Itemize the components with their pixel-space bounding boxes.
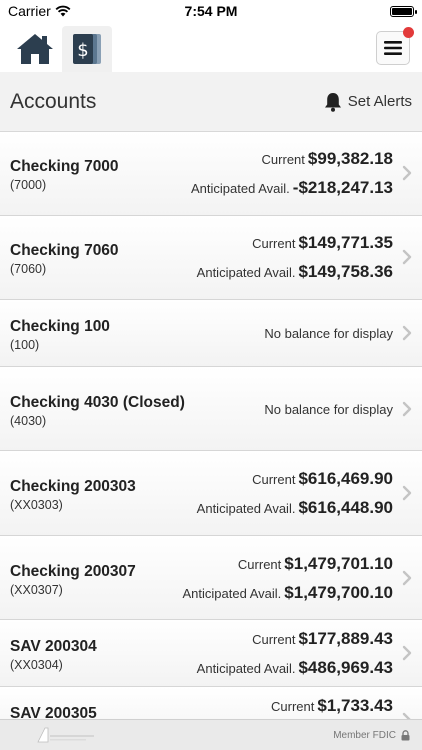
battery-icon — [390, 5, 417, 17]
current-balance: Current $99,382.18 — [262, 149, 393, 169]
anticipated-label: Anticipated Avail. — [196, 265, 296, 280]
notification-badge — [403, 27, 414, 38]
current-label: Current — [237, 557, 282, 572]
no-balance-text: No balance for display — [264, 326, 393, 341]
account-row[interactable]: Checking 200307 (XX0307) Current $1,479,… — [0, 536, 422, 620]
anticipated-balance: Anticipated Avail. $1,479,700.10 — [183, 583, 394, 603]
account-row[interactable]: Checking 100 (100) No balance for displa… — [0, 300, 422, 367]
account-row[interactable]: Checking 7000 (7000) Current $99,382.18 … — [0, 132, 422, 216]
account-number: (100) — [10, 338, 40, 352]
current-amount: $1,733.43 — [317, 696, 393, 715]
account-number: (7060) — [10, 262, 47, 276]
current-label: Current — [252, 472, 296, 487]
account-row[interactable]: SAV 200304 (XX0304) Current $177,889.43 … — [0, 620, 422, 687]
chevron-right-icon — [402, 485, 412, 501]
current-balance: Current $1,479,701.10 — [238, 554, 393, 574]
member-fdic-label: Member FDIC — [333, 729, 396, 741]
current-balance: Current $149,771.35 — [252, 233, 393, 253]
chevron-right-icon — [402, 570, 412, 586]
set-alerts-button[interactable]: Set Alerts — [324, 92, 412, 112]
chevron-right-icon — [402, 249, 412, 265]
bell-icon — [324, 92, 341, 112]
account-row[interactable]: Checking 200303 (XX0303) Current $616,46… — [0, 451, 422, 536]
anticipated-balance: Anticipated Avail. $616,448.90 — [197, 498, 393, 518]
carrier-label: Carrier — [8, 3, 51, 19]
status-left: Carrier — [8, 3, 71, 19]
lock-icon — [401, 729, 410, 740]
menu-icon — [384, 41, 402, 55]
anticipated-label: Anticipated Avail. — [191, 181, 290, 196]
no-balance-text: No balance for display — [264, 402, 393, 417]
current-balance: Current $1,733.43 — [271, 696, 393, 716]
anticipated-amount: $616,448.90 — [298, 498, 393, 517]
account-name: SAV 200304 — [10, 638, 97, 655]
wifi-icon — [55, 5, 71, 17]
anticipated-amount: $486,969.43 — [298, 658, 393, 677]
account-row[interactable]: Checking 7060 (7060) Current $149,771.35… — [0, 216, 422, 300]
set-alerts-label: Set Alerts — [347, 93, 412, 110]
current-amount: $1,479,701.10 — [284, 554, 393, 573]
anticipated-balance: Anticipated Avail. $149,758.36 — [197, 262, 393, 282]
anticipated-balance: Anticipated Avail. -$218,247.13 — [191, 178, 393, 198]
anticipated-label: Anticipated Avail. — [196, 501, 296, 516]
current-balance: Current $177,889.43 — [252, 629, 393, 649]
accounts-list: Checking 7000 (7000) Current $99,382.18 … — [0, 132, 422, 719]
account-number: (7000) — [10, 178, 47, 192]
account-name: Checking 100 — [10, 318, 110, 335]
account-row[interactable]: SAV 200305 Current $1,733.43 — [0, 687, 422, 719]
anticipated-label: Anticipated Avail. — [196, 661, 296, 676]
anticipated-amount: $149,758.36 — [298, 262, 393, 281]
home-icon — [17, 34, 53, 64]
accounts-header: Accounts Set Alerts — [0, 72, 422, 132]
anticipated-amount: $1,479,700.10 — [284, 583, 393, 602]
account-name: Checking 200307 — [10, 563, 136, 580]
member-fdic: Member FDIC — [333, 730, 410, 741]
account-row[interactable]: Checking 4030 (Closed) (4030) No balance… — [0, 367, 422, 451]
chevron-right-icon — [402, 645, 412, 661]
chevron-right-icon — [402, 165, 412, 181]
anticipated-amount: -$218,247.13 — [292, 178, 393, 197]
footer: Member FDIC — [0, 719, 422, 750]
current-amount: $177,889.43 — [298, 629, 393, 648]
current-label: Current — [252, 236, 296, 251]
current-amount: $149,771.35 — [298, 233, 393, 252]
accounts-tab[interactable]: $ — [62, 26, 112, 72]
bank-logo — [37, 727, 94, 743]
account-number: (XX0304) — [10, 658, 63, 672]
menu-button[interactable] — [376, 27, 414, 65]
account-name: Checking 4030 (Closed) — [10, 394, 185, 411]
account-name: Checking 7000 — [10, 158, 119, 175]
current-amount: $99,382.18 — [307, 149, 393, 168]
chevron-right-icon — [402, 325, 412, 341]
account-name: Checking 200303 — [10, 478, 136, 495]
status-bar: Carrier 7:54 PM — [0, 0, 422, 22]
account-number: (XX0303) — [10, 498, 63, 512]
current-label: Current — [271, 699, 315, 714]
current-balance: Current $616,469.90 — [252, 469, 393, 489]
chevron-right-icon — [402, 401, 412, 417]
top-nav: $ — [0, 22, 422, 72]
current-label: Current — [261, 152, 305, 167]
current-amount: $616,469.90 — [298, 469, 393, 488]
page-title: Accounts — [10, 89, 97, 113]
account-number: (XX0307) — [10, 583, 63, 597]
account-number: (4030) — [10, 414, 47, 428]
anticipated-label: Anticipated Avail. — [182, 586, 282, 601]
account-name: Checking 7060 — [10, 242, 119, 259]
account-name: SAV 200305 — [10, 705, 97, 719]
current-label: Current — [252, 632, 296, 647]
anticipated-balance: Anticipated Avail. $486,969.43 — [197, 658, 393, 678]
home-tab[interactable] — [10, 26, 60, 72]
svg-text:$: $ — [77, 40, 88, 61]
accounts-icon: $ — [73, 34, 101, 64]
chevron-right-icon — [402, 712, 411, 719]
